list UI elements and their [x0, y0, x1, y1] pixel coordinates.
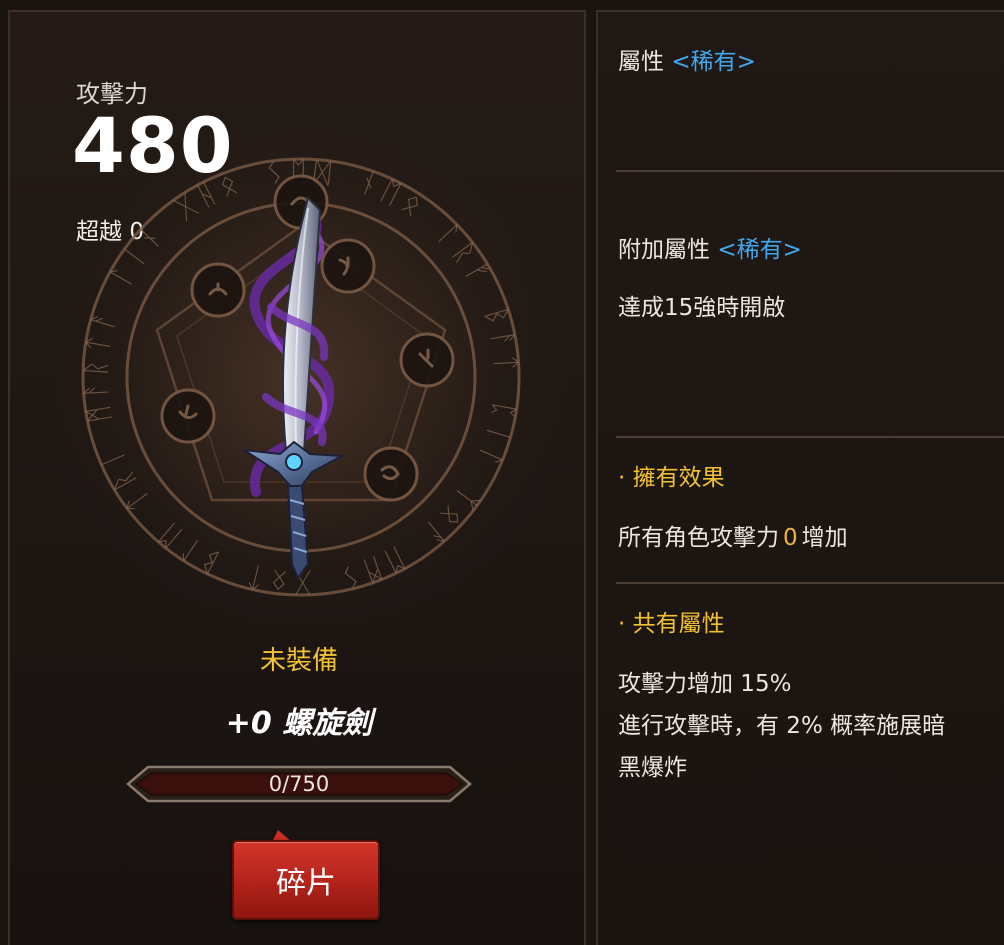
- shard-button[interactable]: 碎片: [232, 840, 380, 920]
- attribute-label: 屬性: [618, 49, 664, 75]
- owned-effect-value: 0: [783, 525, 798, 551]
- extra-attribute-label: 附加屬性: [618, 237, 710, 263]
- weapon-detail-screen: 攻擊力 480 超越 0 ᚱᛏᚨ ᛚᛁᚾ ᚷᚺᛟ ᛊᛖᛞ ᚾᛖᛟ ᛚᚱᚠ ᛒ: [0, 0, 1004, 945]
- extra-attribute-row: 附加屬性 <稀有>: [618, 230, 802, 264]
- extra-attribute-grade: <稀有>: [717, 237, 802, 263]
- weapon-name: +0 螺旋劍: [225, 706, 373, 741]
- attribute-row: 屬性 <稀有>: [618, 42, 756, 76]
- shard-progress-bar: 0/750: [126, 763, 472, 805]
- spiral-sword-image: [216, 192, 356, 582]
- divider: [616, 582, 1004, 584]
- owned-effect-title: · 擁有效果: [618, 465, 725, 491]
- extra-attribute-unlock-text: 達成15強時開啟: [618, 295, 786, 321]
- shared-attribute-line-1: 攻擊力增加 15%: [618, 671, 792, 697]
- owned-effect-text-after: 增加: [801, 525, 848, 551]
- equip-status: 未裝備: [259, 646, 338, 676]
- shared-attribute-title: · 共有屬性: [618, 611, 725, 637]
- owned-effect-text: 所有角色攻擊力 0 增加: [618, 518, 848, 552]
- owned-effect-text-before: 所有角色攻擊力: [618, 525, 779, 551]
- weapon-preview-panel: 攻擊力 480 超越 0 ᚱᛏᚨ ᛚᛁᚾ ᚷᚺᛟ ᛊᛖᛞ ᚾᛖᛟ ᛚᚱᚠ ᛒ: [8, 10, 586, 945]
- shared-attribute-line-2: 進行攻擊時，有 2% 概率施展暗: [618, 713, 946, 739]
- shared-attribute-line-3: 黑爆炸: [618, 755, 687, 781]
- attribute-grade: <稀有>: [671, 49, 756, 75]
- progress-text: 0/750: [268, 772, 330, 796]
- weapon-attributes-panel: 屬性 <稀有> 附加屬性 <稀有> 達成15強時開啟 · 擁有效果 所有角色攻擊…: [596, 10, 1004, 945]
- divider: [616, 170, 1004, 172]
- divider: [616, 436, 1004, 438]
